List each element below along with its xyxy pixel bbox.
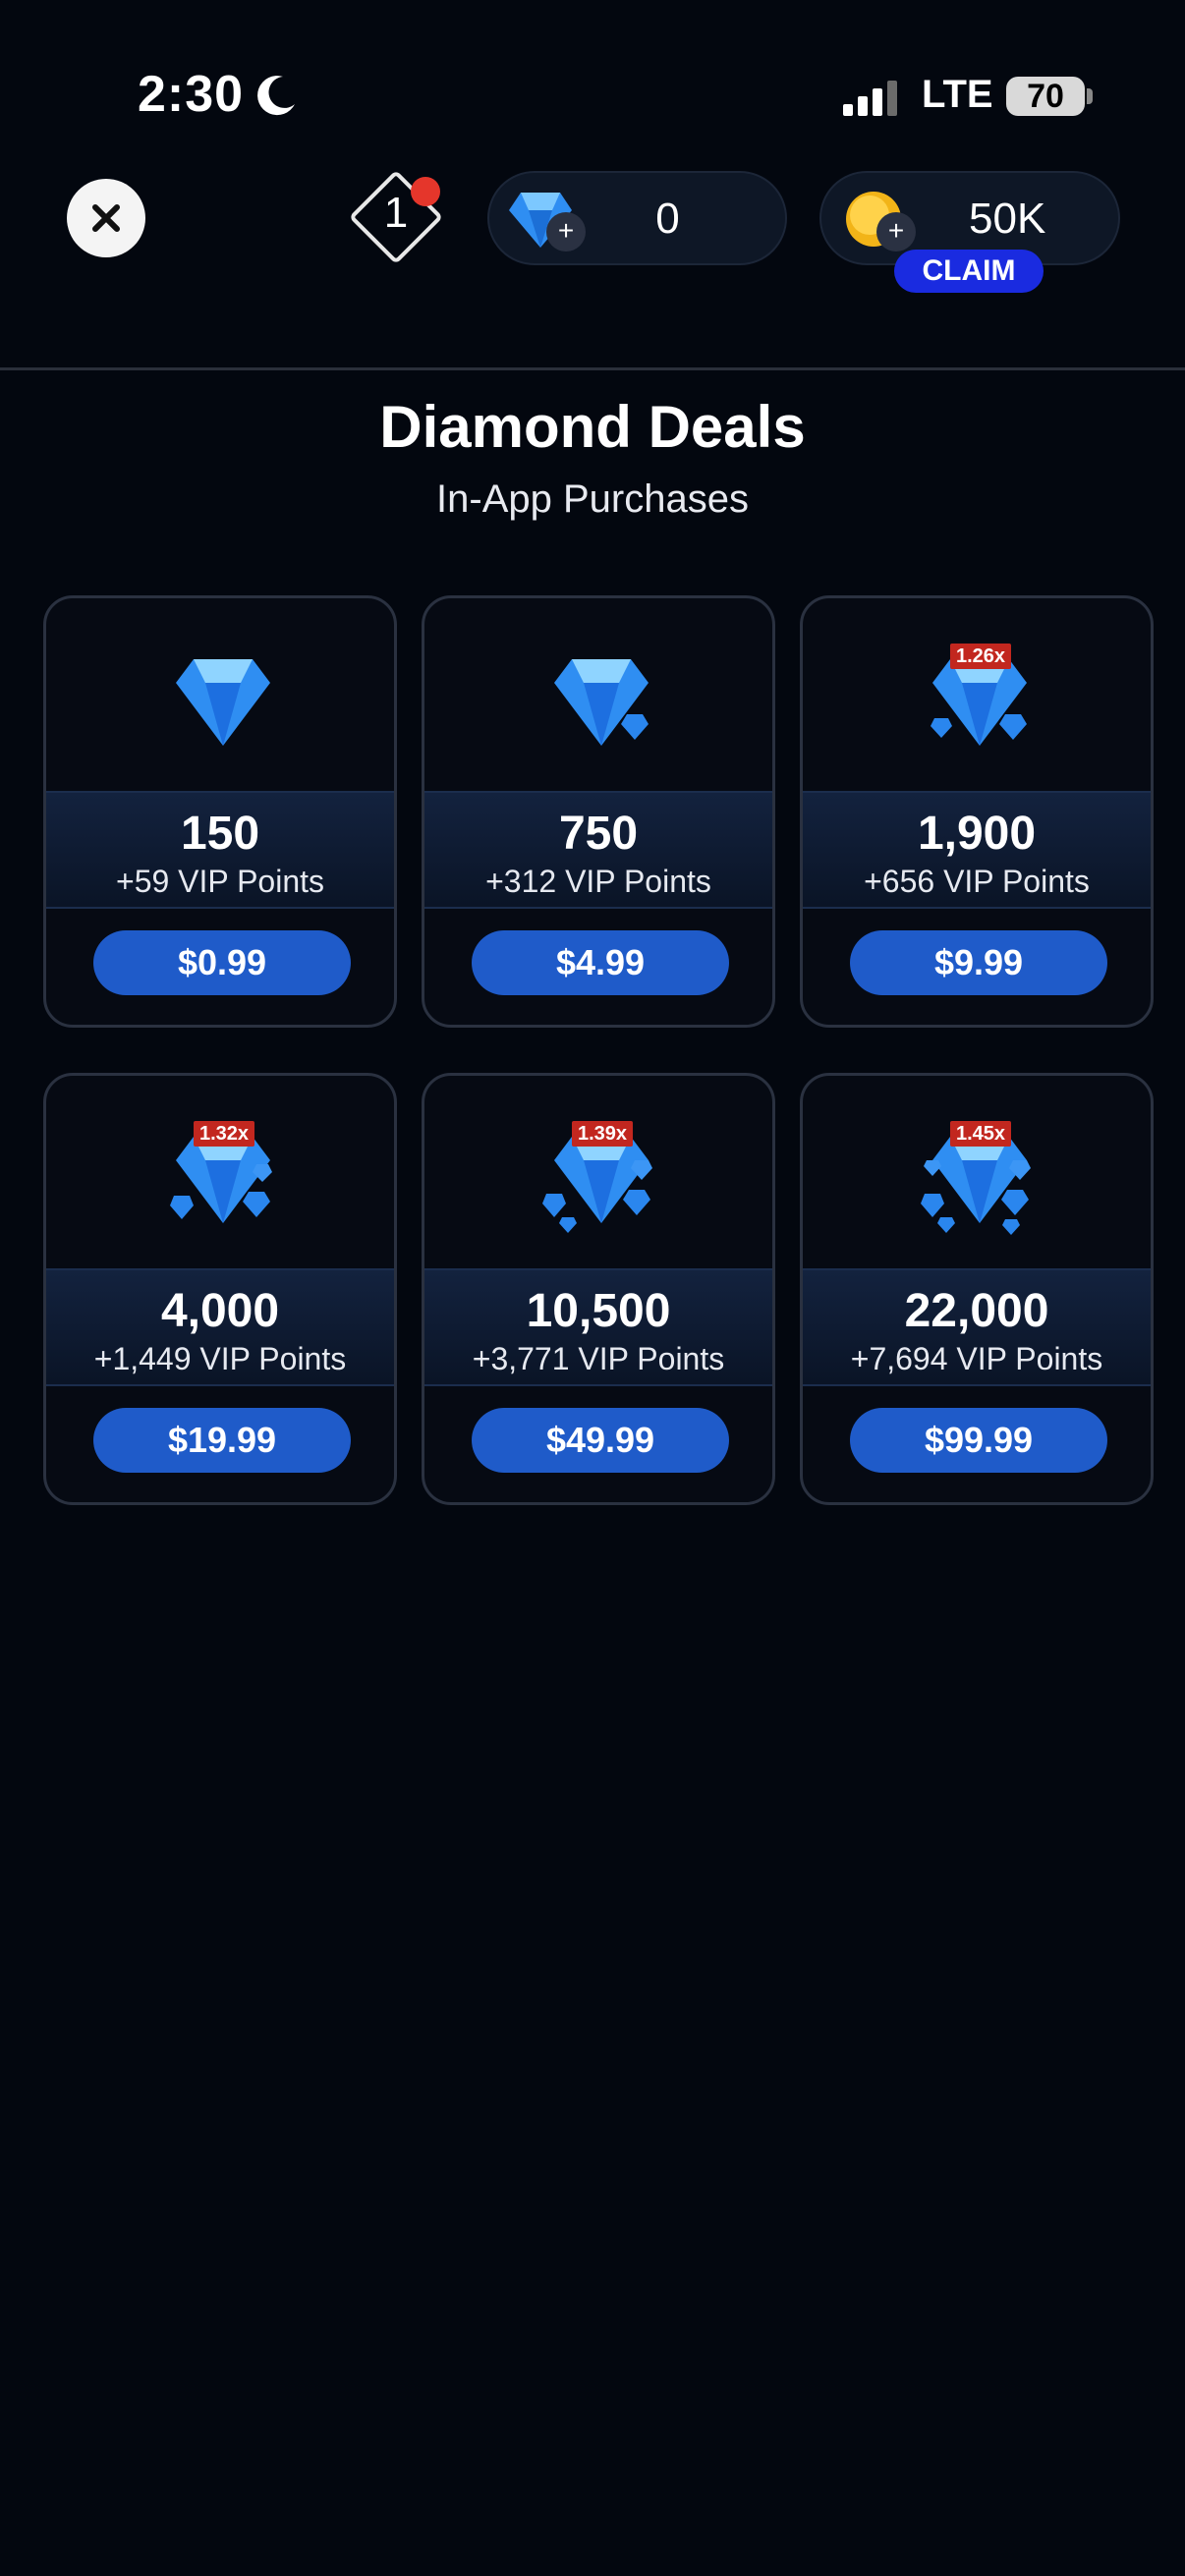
deal-info: 1,900 +656 VIP Points — [803, 791, 1151, 909]
page-subtitle: In-App Purchases — [436, 477, 749, 521]
gem-icon — [176, 659, 270, 746]
deal-art: 1.32x — [46, 1076, 394, 1268]
deal-art: 1.39x — [424, 1076, 772, 1268]
deal-card[interactable]: 150 +59 VIP Points $0.99 — [43, 595, 397, 1028]
coin-count: 50K — [969, 195, 1046, 243]
status-time: 2:30 — [138, 66, 245, 123]
deal-vip-points: +59 VIP Points — [116, 864, 324, 899]
deal-art — [46, 598, 394, 791]
deal-info: 4,000 +1,449 VIP Points — [46, 1268, 394, 1386]
deal-info: 22,000 +7,694 VIP Points — [803, 1268, 1151, 1386]
deal-card[interactable]: 1.32x 4,000 +1,449 VIP Points $19.99 — [43, 1073, 397, 1505]
deal-amount: 10,500 — [526, 1285, 671, 1337]
battery-indicator: 70 — [1006, 77, 1085, 116]
deal-card[interactable]: 750 +312 VIP Points $4.99 — [422, 595, 775, 1028]
battery-tip — [1087, 88, 1093, 104]
deal-amount: 1,900 — [917, 808, 1037, 860]
deal-vip-points: +3,771 VIP Points — [472, 1341, 725, 1376]
diamond-balance[interactable]: + 0 — [487, 171, 787, 265]
deal-art: 1.26x — [803, 598, 1151, 791]
price-button[interactable]: $99.99 — [850, 1408, 1107, 1473]
deal-vip-points: +7,694 VIP Points — [850, 1341, 1103, 1376]
add-coins-icon[interactable]: + — [876, 212, 916, 252]
deal-card[interactable]: 1.26x 1,900 +656 VIP Points $9.99 — [800, 595, 1154, 1028]
signal-icon — [843, 81, 897, 116]
deal-vip-points: +312 VIP Points — [485, 864, 711, 899]
close-icon — [92, 204, 120, 232]
price-button[interactable]: $9.99 — [850, 930, 1107, 995]
deal-amount: 150 — [180, 808, 260, 860]
bonus-multiplier-badge: 1.26x — [950, 644, 1012, 669]
deal-info: 10,500 +3,771 VIP Points — [424, 1268, 772, 1386]
notification-dot — [411, 177, 440, 206]
bonus-multiplier-badge: 1.32x — [194, 1121, 255, 1147]
deal-amount: 750 — [558, 808, 639, 860]
deal-card[interactable]: 1.39x 10,500 +3,771 VIP Points $49.99 — [422, 1073, 775, 1505]
header-divider — [0, 367, 1185, 370]
price-button[interactable]: $0.99 — [93, 930, 351, 995]
deal-info: 150 +59 VIP Points — [46, 791, 394, 909]
deal-art: 1.45x — [803, 1076, 1151, 1268]
bonus-multiplier-badge: 1.45x — [950, 1121, 1012, 1147]
deal-amount: 22,000 — [904, 1285, 1049, 1337]
deal-art — [424, 598, 772, 791]
page-title: Diamond Deals — [379, 394, 806, 460]
deal-info: 750 +312 VIP Points — [424, 791, 772, 909]
network-label: LTE — [922, 73, 993, 116]
status-bar: 2:30 LTE 70 — [0, 0, 1185, 187]
gem-icon — [554, 659, 649, 746]
moon-icon — [257, 76, 295, 116]
bonus-multiplier-badge: 1.39x — [572, 1121, 634, 1147]
deal-vip-points: +656 VIP Points — [864, 864, 1090, 899]
claim-button[interactable]: CLAIM — [894, 250, 1044, 293]
price-button[interactable]: $49.99 — [472, 1408, 729, 1473]
deal-vip-points: +1,449 VIP Points — [93, 1341, 347, 1376]
price-button[interactable]: $4.99 — [472, 930, 729, 995]
deal-card[interactable]: 1.45x 22,000 +7,694 VIP Points $99.99 — [800, 1073, 1154, 1505]
close-button[interactable] — [67, 179, 145, 257]
price-button[interactable]: $19.99 — [93, 1408, 351, 1473]
deal-amount: 4,000 — [160, 1285, 280, 1337]
diamond-count: 0 — [655, 195, 680, 243]
